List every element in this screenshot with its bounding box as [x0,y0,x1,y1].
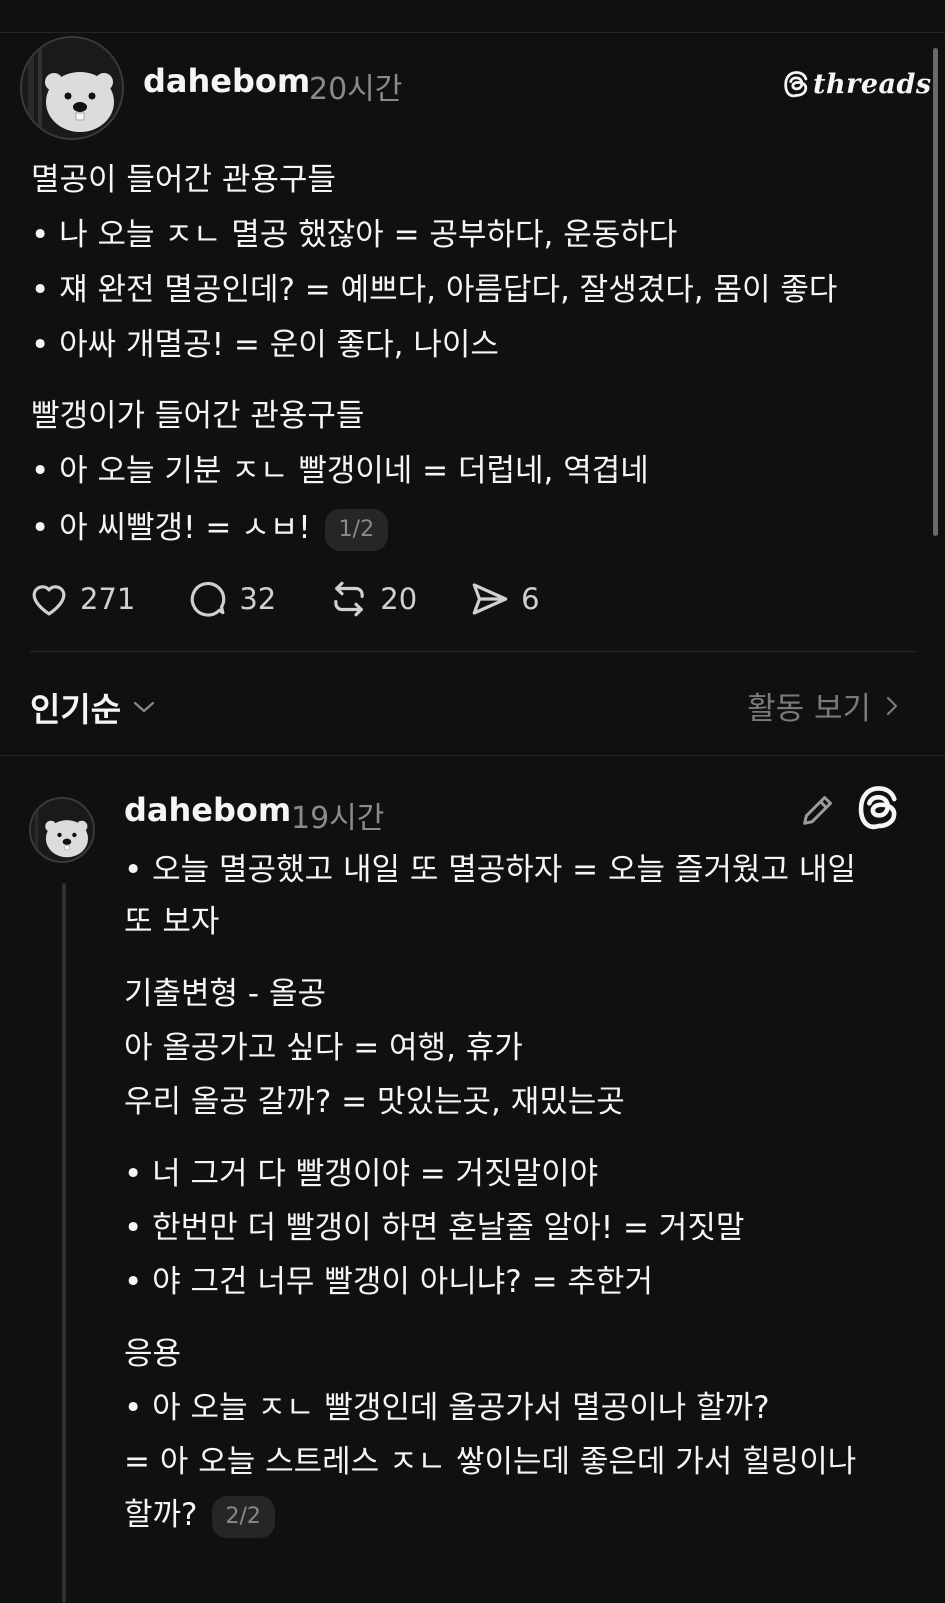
like-button[interactable]: 271 [28,578,135,620]
edit-button[interactable] [798,790,838,834]
reply-line: • 한번만 더 빨갱이 하면 혼날줄 알아! = 거짓말 [124,1210,745,1246]
threads-app-button[interactable] [856,786,900,836]
reply-line: 할까? [124,1497,198,1533]
comment-count: 32 [239,582,277,616]
post-line: • 아 오늘 기분 ㅈㄴ 빨갱이네 = 더럽네, 역겹네 [31,453,649,489]
sort-label: 인기순 [30,690,122,729]
reply-line: 우리 올공 갈까? = 맛있는곳, 재밌는곳 [124,1084,625,1120]
sort-dropdown[interactable]: 인기순 [30,683,157,731]
username[interactable]: dahebom [124,791,291,829]
threads-logo-icon [858,786,897,830]
thread-line [62,883,66,1603]
reply-line: • 야 그건 너무 빨갱이 아니냐? = 추한거 [124,1264,653,1300]
share-count: 6 [521,582,540,616]
beaver-avatar-icon [22,38,122,138]
chevron-right-icon [886,696,898,715]
main-post: dahebom 20시간 threads 멸공이 들어간 관용구들 • 나 오늘… [0,33,945,753]
repost-button[interactable]: 20 [328,578,417,620]
reply-last-line: 할까? 2/2 [124,1489,275,1538]
reply-line: • 아 오늘 ㅈㄴ 빨갱인데 올공가서 멸공이나 할까? [124,1390,770,1426]
post-line: • 나 오늘 ㅈㄴ 멸공 했잖아 = 공부하다, 운동하다 [31,217,678,253]
reply-line: 또 보자 [124,904,220,940]
action-bar: 271 32 20 6 [28,578,592,620]
pencil-icon [803,796,832,825]
reply-line: • 오늘 멸공했고 내일 또 멸공하자 = 오늘 즐거웠고 내일 [124,852,856,888]
like-count: 271 [80,582,136,616]
send-icon [472,583,508,615]
reply-time: 19시간 [291,801,385,836]
avatar[interactable] [29,797,95,863]
reply-line: 아 올공가고 싶다 = 여행, 휴가 [124,1030,523,1066]
post-line: • 쟤 완전 멸공인데? = 예쁘다, 아름답다, 잘생겼다, 몸이 좋다 [31,272,838,308]
threads-logo-icon [784,70,808,97]
threads-brand[interactable]: threads [783,69,932,100]
reply-post: dahebom 19시간 • 오늘 멸공했고 내일 또 멸공하자 = 오늘 즐거… [0,756,945,1603]
reply-line: 응용 [124,1336,182,1372]
divider [30,651,915,652]
post-line: • 아 씨빨갱! = ㅅㅂ! [31,510,311,546]
username[interactable]: dahebom [143,62,310,100]
reply-line: = 아 오늘 스트레스 ㅈㄴ 쌓이는데 좋은데 가서 힐링이나 [124,1444,857,1480]
heart-icon [32,585,66,616]
share-button[interactable]: 6 [469,578,540,620]
comment-button[interactable]: 32 [187,578,276,620]
activity-label: 활동 보기 [747,691,871,727]
comment-icon [191,582,226,617]
view-activity-link[interactable]: 활동 보기 [747,683,899,728]
post-line: • 아싸 개멸공! = 운이 좋다, 나이스 [31,327,499,363]
post-line: 빨갱이가 들어간 관용구들 [31,398,365,434]
page-indicator: 1/2 [324,508,389,551]
repost-icon [334,581,364,617]
avatar[interactable] [20,36,124,140]
beaver-avatar-icon [31,799,93,861]
chevron-down-icon [133,701,155,713]
post-last-line: • 아 씨빨갱! = ㅅㅂ! 1/2 [31,501,389,556]
reply-line: • 너 그거 다 빨갱이야 = 거짓말이야 [124,1156,599,1192]
post-time: 20시간 [309,72,403,107]
brand-wordmark: threads [813,69,932,100]
post-line: 멸공이 들어간 관용구들 [31,162,336,198]
repost-count: 20 [380,582,418,616]
page-indicator: 2/2 [211,1495,275,1538]
reply-line: 기출변형 - 올공 [124,976,327,1012]
